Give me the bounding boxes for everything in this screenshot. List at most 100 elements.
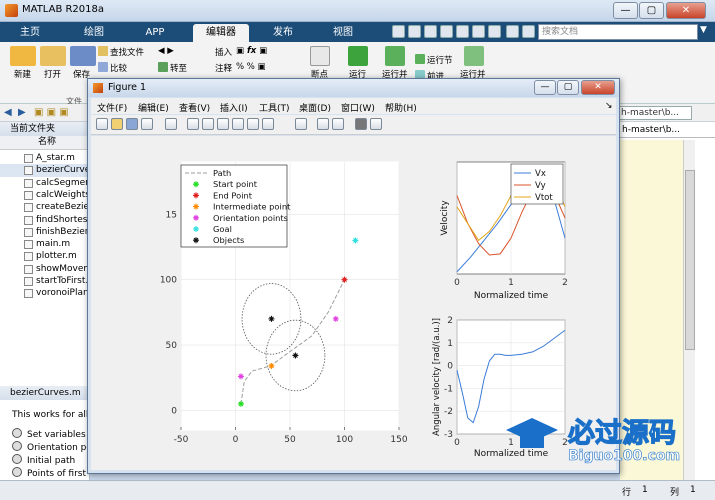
save-quick-icon[interactable] [392,25,405,38]
tab-plots[interactable]: 绘图 [70,24,118,42]
section-item[interactable]: Initial path [12,454,75,466]
copy-quick-icon[interactable] [424,25,437,38]
run-icon[interactable] [348,46,368,66]
hide-plot-tools-icon[interactable] [355,118,367,130]
file-list-item[interactable]: createBezierCu [0,201,90,213]
help-quick-icon[interactable] [506,25,519,38]
switch-windows-icon[interactable] [488,25,501,38]
menu-file[interactable]: 文件(F) [97,101,127,114]
comment-button[interactable]: 注释 [215,62,232,74]
comment-toggle-icon[interactable]: % % ▣ [236,62,266,72]
find-files-button[interactable]: 查找文件 [98,46,144,58]
menu-edit[interactable]: 编辑(E) [138,101,169,114]
new-figure-icon[interactable] [96,118,108,130]
file-list-item[interactable]: plotter.m [0,250,90,262]
y-tick-label: 50 [166,341,178,351]
run-advance-icon[interactable] [385,46,405,66]
m-file-icon [24,190,33,200]
fx-icon[interactable]: ▣ fx ▣ [236,46,267,56]
breakpoints-icon[interactable] [310,46,330,66]
pan-icon[interactable] [217,118,229,130]
figure-minimize-button[interactable]: — [534,80,556,95]
go-to-button[interactable]: 转至 [158,62,187,74]
figure-maximize-button[interactable]: ▢ [557,80,579,95]
scrollbar-thumb[interactable] [685,170,695,350]
undo-quick-icon[interactable] [456,25,469,38]
save-figure-icon[interactable] [126,118,138,130]
open-icon[interactable] [40,46,66,66]
dropdown-quick-icon[interactable] [522,25,535,38]
select-arrow-icon[interactable] [165,118,177,130]
x-tick-label: 0 [454,278,460,288]
print-figure-icon[interactable] [141,118,153,130]
new-button[interactable]: 新建 [14,68,31,80]
link-plot-icon[interactable] [295,118,307,130]
section-item[interactable]: Points of first [12,467,86,479]
section-item[interactable]: Orientation po [12,441,92,453]
paste-quick-icon[interactable] [440,25,453,38]
col-value: 1 [690,485,696,495]
file-list-item[interactable]: calcWeights.m [0,189,90,201]
menu-desktop[interactable]: 桌面(D) [299,101,331,114]
tab-view[interactable]: 视图 [318,24,368,42]
section-item[interactable]: Set variables [12,428,86,440]
x-tick-label: 0 [233,435,239,445]
file-list-item[interactable]: main.m [0,238,90,250]
data-cursor-icon[interactable] [247,118,259,130]
show-plot-tools-icon[interactable] [370,118,382,130]
menu-tools[interactable]: 工具(T) [259,101,290,114]
menu-help[interactable]: 帮助(H) [385,101,417,114]
file-list-item[interactable]: showMovemen [0,263,90,275]
file-list-item[interactable]: calcSegmentLen [0,177,90,189]
folder-nav-icons[interactable]: ▣ ▣ ▣ [34,107,69,118]
file-list-item[interactable]: startToFirst.m [0,275,90,287]
back-forward-icon[interactable]: ◀ ▶ [158,46,174,56]
file-list-item[interactable]: finishBezierCu [0,226,90,238]
new-icon[interactable] [10,46,36,66]
legend-icon[interactable] [332,118,344,130]
back-icon[interactable]: ◀ [4,107,12,118]
find-files-label: 查找文件 [110,48,145,58]
name-column-header[interactable]: 名称 [0,136,90,150]
save-icon[interactable] [70,46,96,66]
figure-close-button[interactable]: ✕ [581,80,615,95]
tab-publish[interactable]: 发布 [256,24,310,42]
menu-window[interactable]: 窗口(W) [341,101,375,114]
matlab-logo-icon [5,4,18,17]
zoom-in-icon[interactable] [187,118,199,130]
figure-title-bar[interactable]: Figure 1 — ▢ ✕ [88,79,619,97]
maximize-button[interactable]: ▢ [639,2,664,19]
menu-dock-icon[interactable]: ↘ [605,101,613,111]
tab-editor[interactable]: 编辑器 [193,24,249,42]
close-button[interactable]: ✕ [666,2,706,19]
file-list-item[interactable]: bezierCurves.m [0,164,90,177]
zoom-out-icon[interactable] [202,118,214,130]
tab-home[interactable]: 主页 [8,24,52,42]
tab-apps[interactable]: APP [130,24,180,42]
open-button[interactable]: 打开 [44,68,61,80]
filter-icon[interactable]: ▼ [700,25,707,35]
editor-path-tab[interactable]: h-master\b... [620,122,715,138]
run-and-time-icon[interactable] [464,46,484,66]
run-section-button[interactable]: 运行节 [415,54,453,66]
compare-button[interactable]: 比较 [98,62,127,74]
current-path-field[interactable]: h-master\b... [618,106,692,120]
m-file-icon [24,154,33,163]
file-list-item[interactable]: findShortestPa [0,214,90,226]
insert-button[interactable]: 插入 [215,46,232,58]
menu-insert[interactable]: 插入(I) [220,101,248,114]
brush-icon[interactable] [262,118,274,130]
menu-view[interactable]: 查看(V) [179,101,210,114]
open-file-icon[interactable] [111,118,123,130]
minimize-button[interactable]: — [613,2,638,19]
cut-quick-icon[interactable] [408,25,421,38]
colorbar-icon[interactable] [317,118,329,130]
x-tick-label: 150 [390,435,407,445]
redo-quick-icon[interactable] [472,25,485,38]
file-list-item[interactable]: A_star.m [0,152,90,164]
file-list-item[interactable]: voronoiPlanner [0,287,90,299]
rotate-3d-icon[interactable] [232,118,244,130]
row-value: 1 [642,485,648,495]
forward-icon[interactable]: ▶ [18,107,26,118]
search-documentation-input[interactable]: 搜索文档 [538,24,698,40]
